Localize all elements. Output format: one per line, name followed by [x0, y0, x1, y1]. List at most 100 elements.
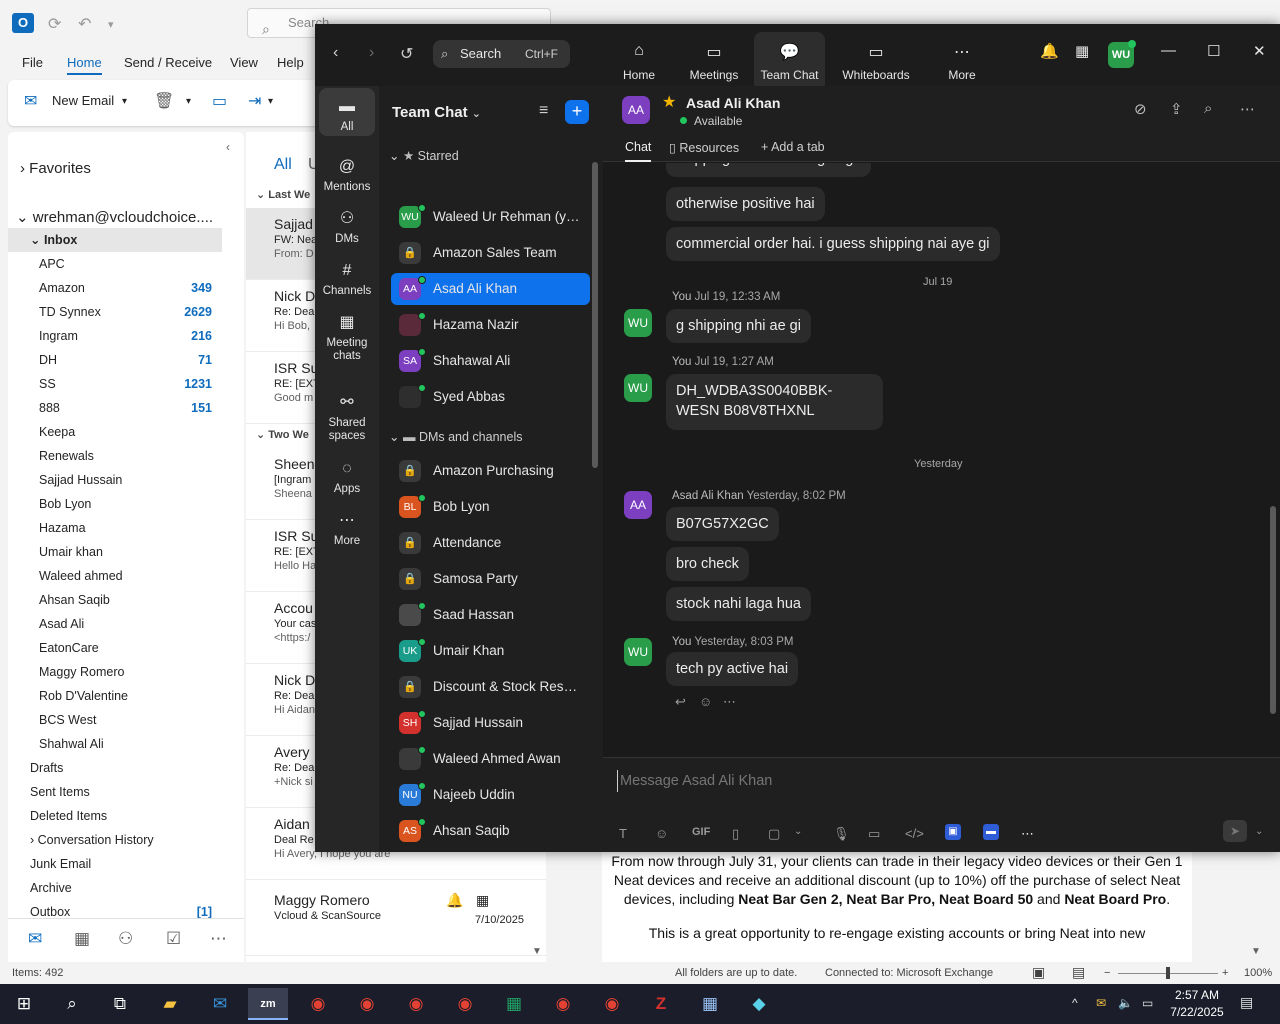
message-bubble[interactable]: g shipping nhi ae gi — [666, 309, 811, 343]
sender-avatar[interactable]: WU — [624, 374, 652, 402]
more-actions-icon[interactable]: ⋯ — [723, 694, 736, 710]
zoom-taskbar-icon[interactable]: zm — [248, 988, 288, 1020]
sync-icon[interactable]: ⟳ — [48, 14, 61, 34]
filter-icon[interactable]: ≡ — [539, 102, 548, 120]
folder-item[interactable]: Sajjad Hussain — [8, 468, 222, 492]
contact-item[interactable]: Syed Abbas — [391, 381, 590, 413]
people-icon[interactable]: ⚇ — [118, 929, 133, 949]
folder-item[interactable]: SS 1231 — [8, 372, 222, 396]
contact-name[interactable]: Asad Ali Khan — [686, 95, 780, 111]
star-icon[interactable]: ★ — [662, 92, 676, 112]
chrome-taskbar-icon-5[interactable]: ◉ — [543, 988, 583, 1020]
folder-item[interactable]: Maggy Romero — [8, 660, 222, 684]
tab-whiteboards[interactable]: ▭ Whiteboards — [839, 32, 913, 86]
taskbar-clock[interactable]: 2:57 AM 7/22/2025 — [1160, 987, 1234, 1021]
group-header[interactable]: ⌄ Last We — [256, 188, 310, 201]
folder-item[interactable]: 888 151 — [8, 396, 222, 420]
message-bubble-partial[interactable]: shipping ati hai tou neg hoga — [666, 163, 872, 177]
section-dms[interactable]: ⌄ ▬ DMs and channels — [389, 429, 522, 444]
folder-item[interactable]: Bob Lyon — [8, 492, 222, 516]
sidebar-scrollbar[interactable] — [592, 162, 598, 468]
team-chat-title[interactable]: Team Chat ⌄ — [392, 104, 481, 121]
quick-access-dropdown-icon[interactable]: ▾ — [108, 18, 114, 31]
contact-item[interactable]: SH Sajjad Hussain — [391, 707, 590, 739]
tab-team-chat[interactable]: 💬 Team Chat — [754, 32, 825, 86]
contact-avatar[interactable]: AA — [622, 96, 650, 124]
list-scroll-down-icon[interactable]: ▼ — [532, 946, 542, 957]
folder-item[interactable]: Junk Email — [8, 852, 222, 876]
sender-avatar[interactable]: WU — [624, 309, 652, 337]
app-taskbar-icon[interactable]: ◆ — [739, 988, 779, 1020]
video-call-icon[interactable]: ⊘ — [1134, 100, 1147, 118]
code-snippet-icon[interactable]: </> — [905, 826, 924, 841]
more-tools-icon[interactable]: ⋯ — [1021, 826, 1034, 842]
folder-item[interactable]: DH 71 — [8, 348, 222, 372]
rail-item[interactable]: ▬ All — [319, 88, 375, 136]
folder-item[interactable]: › Conversation History — [8, 828, 222, 852]
maximize-icon[interactable]: ☐ — [1207, 42, 1220, 60]
emoji-icon[interactable]: ☺ — [655, 826, 668, 841]
contact-item[interactable]: UK Umair Khan — [391, 635, 590, 667]
share-screen-icon[interactable]: ⇪ — [1170, 100, 1183, 118]
move-dropdown-icon[interactable]: ▾ — [268, 96, 273, 107]
archive-icon[interactable]: ▭ — [212, 91, 227, 111]
chrome-taskbar-icon-4[interactable]: ◉ — [445, 988, 485, 1020]
tab-add[interactable]: + Add a tab — [761, 140, 825, 154]
tray-mail-icon[interactable]: ✉ — [1096, 996, 1106, 1010]
chrome-taskbar-icon-2[interactable]: ◉ — [347, 988, 387, 1020]
rail-item[interactable]: @ Mentions — [319, 148, 375, 198]
search-icon[interactable]: ⌕ — [1204, 100, 1212, 117]
back-arrow-icon[interactable]: ‹ — [333, 44, 338, 62]
action-center-icon[interactable]: ▤ — [1240, 994, 1253, 1011]
favorites-header[interactable]: › Favorites — [20, 160, 91, 177]
rail-item[interactable]: ⚯ Shared spaces — [319, 384, 375, 446]
contact-item[interactable]: 🔒 Attendance — [391, 527, 590, 559]
app-icon-2[interactable]: ▬ — [983, 824, 999, 840]
folder-item[interactable]: Deleted Items — [8, 804, 222, 828]
tab-more[interactable]: ⋯ More — [943, 32, 981, 86]
tab-home[interactable]: ⌂ Home — [615, 32, 663, 86]
folder-item[interactable]: Umair khan — [8, 540, 222, 564]
mail-icon[interactable]: ✉ — [28, 929, 42, 949]
reply-icon[interactable]: ↩ — [675, 694, 686, 710]
folder-item[interactable]: Waleed ahmed — [8, 564, 222, 588]
folder-item[interactable]: Amazon 349 — [8, 276, 222, 300]
filezilla-taskbar-icon[interactable]: Z — [641, 988, 681, 1020]
rail-item[interactable]: # Channels — [319, 252, 375, 302]
chrome-taskbar-icon-6[interactable]: ◉ — [592, 988, 632, 1020]
contact-item[interactable]: AS Ahsan Saqib — [391, 815, 590, 847]
taskbar-search-icon[interactable]: ⌕ — [52, 988, 92, 1020]
send-options-icon[interactable]: ⌄ — [1255, 826, 1263, 837]
message-bubble[interactable]: tech py active hai — [666, 652, 799, 686]
message-bubble[interactable]: commercial order hai. i guess shipping n… — [666, 227, 1000, 261]
more-options-icon[interactable]: ⋯ — [1240, 100, 1255, 118]
contact-item[interactable]: 🔒 Amazon Purchasing — [391, 455, 590, 487]
close-icon[interactable]: ✕ — [1253, 42, 1266, 60]
message-input[interactable] — [617, 770, 1257, 792]
file-explorer-icon[interactable]: ▰ — [150, 988, 190, 1020]
account-header[interactable]: ⌄ wrehman@vcloudchoice.... — [16, 208, 213, 226]
folder-item[interactable]: Archive — [8, 876, 222, 900]
menu-home[interactable]: Home — [67, 55, 102, 75]
section-starred[interactable]: ⌄ ★ Starred — [389, 148, 459, 163]
history-icon[interactable]: ↺ — [400, 44, 413, 64]
tray-chevron-icon[interactable]: ^ — [1072, 996, 1078, 1010]
menu-send-receive[interactable]: Send / Receive — [124, 55, 212, 70]
minimize-icon[interactable]: — — [1161, 42, 1176, 59]
folder-item[interactable]: EatonCare — [8, 636, 222, 660]
windows-start-icon[interactable]: ⊞ — [4, 988, 44, 1020]
tray-network-icon[interactable]: ▭ — [1142, 996, 1153, 1010]
more-apps-icon[interactable]: ⋯ — [210, 929, 227, 949]
tasks-icon[interactable]: ☑ — [166, 929, 181, 949]
chrome-taskbar-icon-1[interactable]: ◉ — [298, 988, 338, 1020]
delete-icon[interactable]: 🗑 — [154, 91, 174, 111]
new-email-button[interactable]: New Email — [52, 93, 114, 108]
calculator-taskbar-icon[interactable]: ▦ — [690, 988, 730, 1020]
contact-item[interactable]: 🔒 Samosa Party — [391, 563, 590, 595]
menu-file[interactable]: File — [22, 55, 43, 70]
outlook-taskbar-icon[interactable]: ✉ — [200, 988, 240, 1020]
folder-item[interactable]: Ahsan Saqib — [8, 588, 222, 612]
contact-item[interactable]: MIMusharaf Iqbal — [391, 851, 590, 852]
contact-item[interactable]: AA Asad Ali Khan — [391, 273, 590, 305]
rail-item[interactable]: ◌ Apps — [319, 450, 375, 500]
